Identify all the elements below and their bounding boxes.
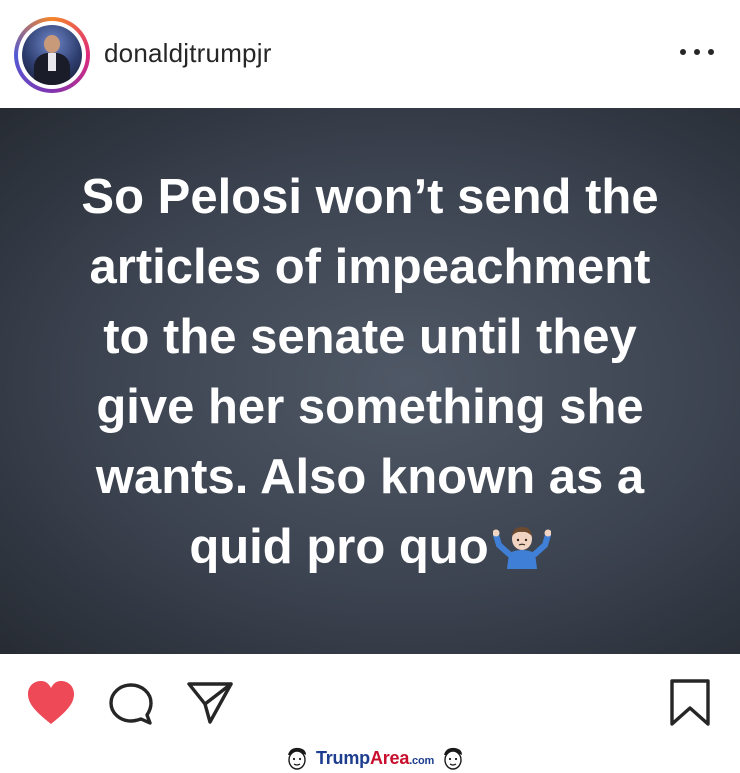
username[interactable]: donaldjtrumpjr xyxy=(104,38,272,69)
bookmark-icon[interactable] xyxy=(668,678,712,728)
more-horizontal-icon[interactable] xyxy=(680,42,714,62)
watermark-dotcom: .com xyxy=(409,754,435,767)
watermark-area: Area xyxy=(369,747,410,768)
watermark-trump: Trump xyxy=(315,747,370,768)
send-icon[interactable] xyxy=(186,680,234,726)
post-caption-text: So Pelosi won’t send the articles of imp… xyxy=(20,162,720,588)
post-line-last: quid pro quo xyxy=(20,512,720,588)
post-line: wants. Also known as a xyxy=(95,450,645,504)
post-line: articles of impeachment xyxy=(89,240,651,294)
avatar[interactable] xyxy=(14,17,90,93)
post-line: So Pelosi won’t send the xyxy=(81,170,659,224)
watermark-face-icon xyxy=(444,747,463,770)
heart-icon[interactable] xyxy=(26,680,76,726)
post-actions-bar xyxy=(0,654,740,744)
watermark-face-icon xyxy=(287,747,306,770)
site-watermark: TrumpArea.com xyxy=(260,744,490,772)
person-shrugging-emoji xyxy=(492,518,552,588)
post-line: give her something she xyxy=(96,380,644,434)
post-header: donaldjtrumpjr xyxy=(0,0,740,108)
profile-photo xyxy=(22,25,82,85)
post-image[interactable]: So Pelosi won’t send the articles of imp… xyxy=(0,108,740,654)
post-line: to the senate until they xyxy=(103,310,637,364)
comment-icon[interactable] xyxy=(108,682,154,726)
